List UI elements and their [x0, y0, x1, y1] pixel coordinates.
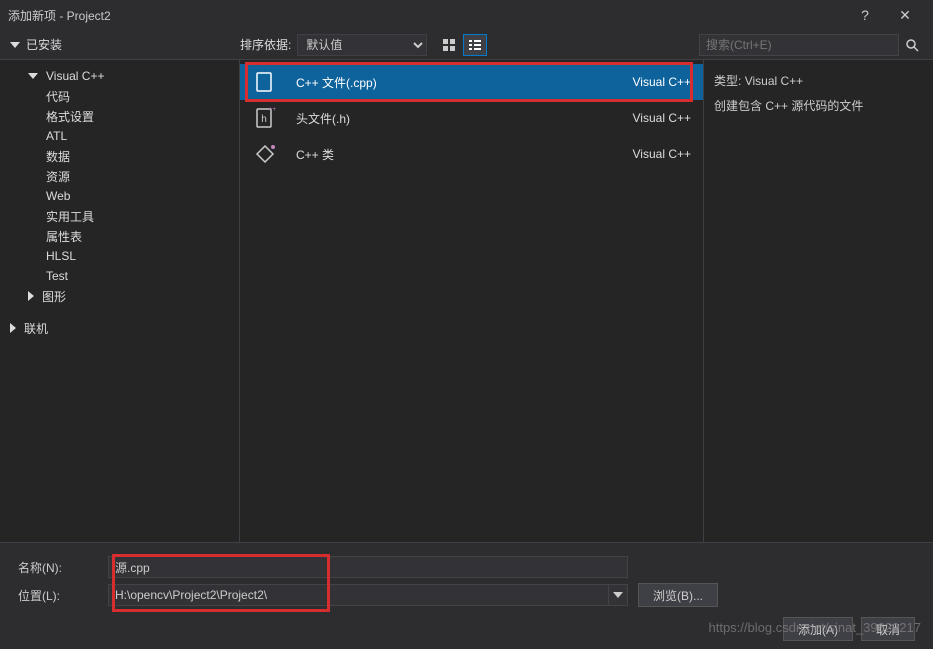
type-label: 类型: — [714, 74, 741, 88]
sidebar-item[interactable]: ATL — [0, 126, 239, 146]
close-button[interactable]: ✕ — [885, 7, 925, 24]
template-label: 头文件(.h) — [296, 110, 615, 127]
sidebar-item-graphics[interactable]: 图形 — [0, 286, 239, 306]
template-description: 创建包含 C++ 源代码的文件 — [714, 97, 923, 114]
location-input[interactable] — [108, 584, 608, 606]
expand-icon — [10, 323, 16, 333]
svg-text:++: ++ — [269, 107, 276, 113]
sidebar-item[interactable]: Web — [0, 186, 239, 206]
header-file-icon: h++ — [252, 105, 278, 131]
browse-button[interactable]: 浏览(B)... — [638, 583, 718, 607]
chevron-down-icon — [613, 592, 623, 598]
svg-text:h: h — [261, 114, 267, 125]
sidebar-group-label: Visual C++ — [46, 69, 104, 83]
expand-icon — [28, 291, 34, 301]
sort-label: 排序依据: — [240, 36, 291, 53]
sidebar-group-visual-cpp[interactable]: Visual C++ — [0, 66, 239, 86]
expand-icon — [28, 73, 38, 79]
svg-text:++: ++ — [261, 71, 269, 74]
type-value: Visual C++ — [745, 74, 803, 88]
bottom-form: 名称(N): 位置(L): 浏览(B)... 添加(A) 取消 — [0, 542, 933, 649]
template-row[interactable]: h++ 头文件(.h) Visual C++ — [240, 100, 703, 136]
name-input[interactable] — [108, 556, 628, 578]
sort-select[interactable]: 默认值 — [297, 34, 427, 56]
window-title: 添加新项 - Project2 — [8, 7, 845, 24]
template-row[interactable]: ++ C++ 文件(.cpp) Visual C++ — [240, 64, 703, 100]
template-label: C++ 类 — [296, 146, 615, 163]
search-icon[interactable] — [899, 34, 925, 56]
cpp-class-icon — [252, 141, 278, 167]
sidebar-item[interactable]: 数据 — [0, 146, 239, 166]
template-lang: Visual C++ — [633, 147, 691, 161]
sidebar-item[interactable]: HLSL — [0, 246, 239, 266]
details-panel: 类型: Visual C++ 创建包含 C++ 源代码的文件 — [703, 60, 933, 542]
sidebar-item[interactable]: 实用工具 — [0, 206, 239, 226]
cancel-button[interactable]: 取消 — [861, 617, 915, 641]
sidebar-item[interactable]: 格式设置 — [0, 106, 239, 126]
view-icons-button[interactable] — [437, 34, 461, 56]
view-list-button[interactable] — [463, 34, 487, 56]
expand-icon — [10, 42, 20, 48]
template-label: C++ 文件(.cpp) — [296, 74, 615, 91]
location-label: 位置(L): — [18, 587, 98, 604]
sidebar-item[interactable]: 代码 — [0, 86, 239, 106]
cpp-file-icon: ++ — [252, 69, 278, 95]
template-row[interactable]: C++ 类 Visual C++ — [240, 136, 703, 172]
titlebar: 添加新项 - Project2 ? ✕ — [0, 0, 933, 30]
sidebar-item-online[interactable]: 联机 — [0, 318, 239, 338]
sidebar: Visual C++ 代码格式设置ATL数据资源Web实用工具属性表HLSLTe… — [0, 60, 240, 542]
sidebar-item[interactable]: Test — [0, 266, 239, 286]
location-dropdown[interactable] — [608, 584, 628, 606]
sidebar-item-label: 联机 — [24, 320, 48, 337]
help-button[interactable]: ? — [845, 7, 885, 23]
search-input[interactable] — [699, 34, 899, 56]
sidebar-item[interactable]: 属性表 — [0, 226, 239, 246]
sidebar-item[interactable]: 资源 — [0, 166, 239, 186]
toolbar: 已安装 排序依据: 默认值 — [0, 30, 933, 60]
template-lang: Visual C++ — [633, 111, 691, 125]
sidebar-item-label: 图形 — [42, 288, 66, 305]
template-list: ++C++ 文件(.cpp)Visual C++h++头文件(.h)Visual… — [240, 60, 703, 542]
add-button[interactable]: 添加(A) — [783, 617, 853, 641]
name-label: 名称(N): — [18, 559, 98, 576]
template-lang: Visual C++ — [633, 75, 691, 89]
installed-tab[interactable]: 已安装 — [26, 36, 62, 53]
